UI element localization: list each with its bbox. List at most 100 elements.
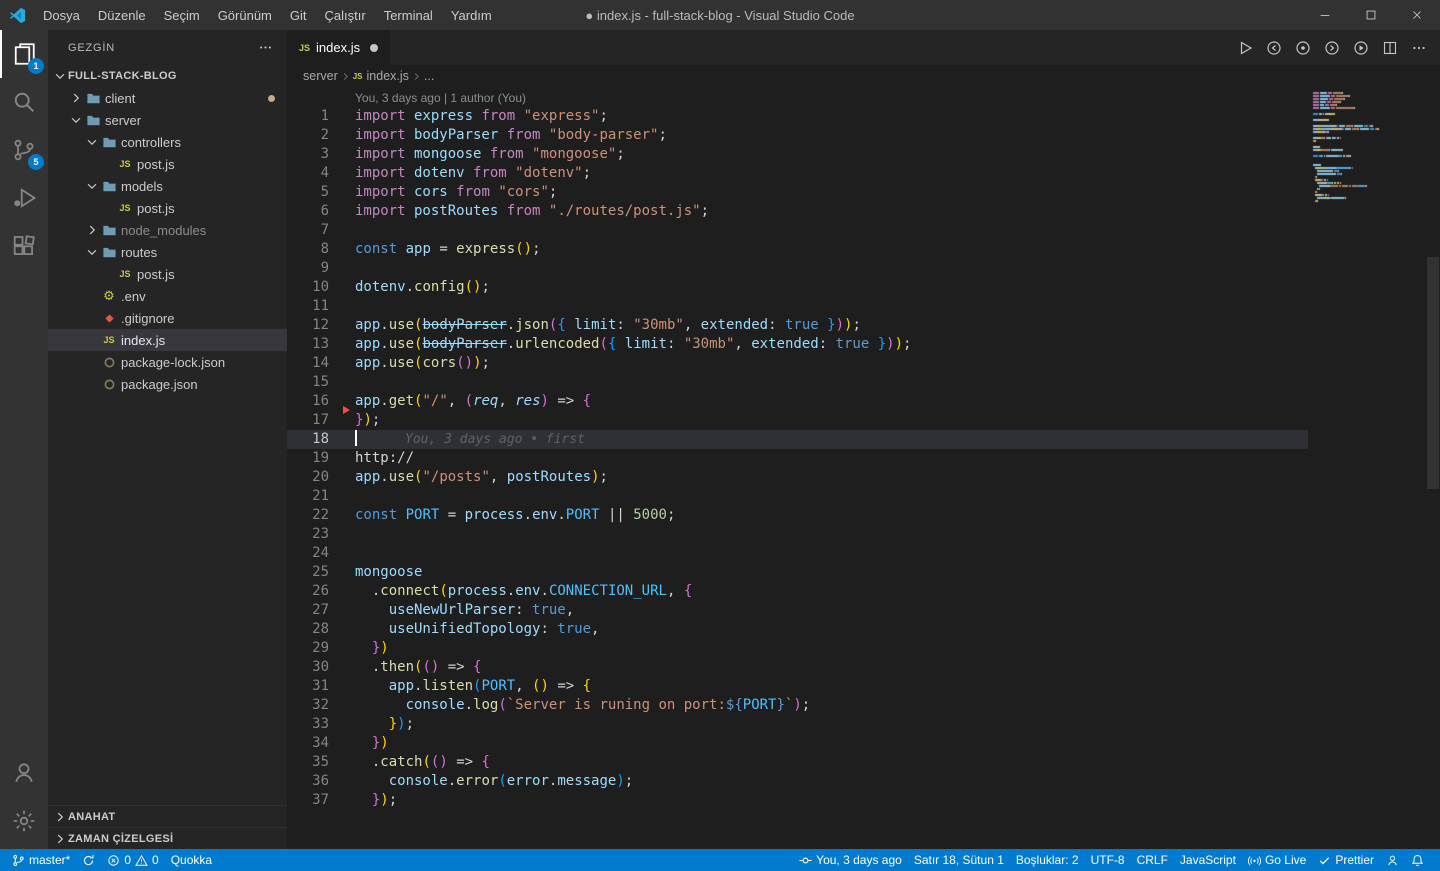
tab-index-js[interactable]: JS index.js	[287, 30, 391, 65]
more-actions-button[interactable]	[1406, 35, 1432, 61]
activitybar-extensions[interactable]	[0, 222, 48, 270]
code-line[interactable]: 34 })	[287, 734, 1308, 753]
code-text[interactable]	[355, 259, 1308, 278]
step-back-button[interactable]	[1261, 35, 1287, 61]
code-text[interactable]	[355, 297, 1308, 316]
code-text[interactable]: useUnifiedTopology: true,	[355, 620, 1308, 639]
line-number[interactable]: 18	[287, 430, 355, 449]
status-sync[interactable]	[76, 849, 101, 871]
code-text[interactable]: });	[355, 715, 1308, 734]
code-line[interactable]: 32 console.log(`Server is runing on port…	[287, 696, 1308, 715]
code-line[interactable]: 29 })	[287, 639, 1308, 658]
code-line[interactable]: 3 import mongoose from "mongoose";	[287, 145, 1308, 164]
code-line[interactable]: 31 app.listen(PORT, () => {	[287, 677, 1308, 696]
code-text[interactable]: import postRoutes from "./routes/post.js…	[355, 202, 1308, 221]
code-line[interactable]: 18 You, 3 days ago • first	[287, 430, 1308, 449]
code-text[interactable]: .catch(() => {	[355, 753, 1308, 772]
code-line[interactable]: 14 app.use(cors());	[287, 354, 1308, 373]
code-text[interactable]: http://	[355, 449, 1308, 468]
line-number[interactable]: 27	[287, 601, 355, 620]
code-text[interactable]: import express from "express";	[355, 107, 1308, 126]
line-number[interactable]: 26	[287, 582, 355, 601]
code-line[interactable]: 5 import cors from "cors";	[287, 183, 1308, 202]
code-text[interactable]	[355, 525, 1308, 544]
code-line[interactable]: 8 const app = express();	[287, 240, 1308, 259]
activitybar-search[interactable]	[0, 78, 48, 126]
menu-yard-m[interactable]: Yardım	[442, 0, 501, 30]
close-button[interactable]	[1394, 0, 1440, 30]
line-number[interactable]: 34	[287, 734, 355, 753]
code-line[interactable]: 37 });	[287, 791, 1308, 810]
code-text[interactable]: useNewUrlParser: true,	[355, 601, 1308, 620]
line-number[interactable]: 36	[287, 772, 355, 791]
code-line[interactable]: 26 .connect(process.env.CONNECTION_URL, …	[287, 582, 1308, 601]
tree-item-post-js[interactable]: JS post.js	[48, 153, 287, 175]
workspace-root[interactable]: FULL-STACK-BLOG	[48, 65, 287, 87]
line-number[interactable]: 1	[287, 107, 355, 126]
record-button[interactable]	[1290, 35, 1316, 61]
code-line[interactable]: 20 app.use("/posts", postRoutes);	[287, 468, 1308, 487]
tree-item-server[interactable]: server	[48, 109, 287, 131]
code-text[interactable]: mongoose	[355, 563, 1308, 582]
line-number[interactable]: 13	[287, 335, 355, 354]
code-line[interactable]: 35 .catch(() => {	[287, 753, 1308, 772]
code-line[interactable]: 23	[287, 525, 1308, 544]
tree-item-routes[interactable]: routes	[48, 241, 287, 263]
code-text[interactable]: })	[355, 734, 1308, 753]
tree-item-controllers[interactable]: controllers	[48, 131, 287, 153]
status-prettier[interactable]: Prettier	[1312, 849, 1380, 871]
line-number[interactable]: 5	[287, 183, 355, 202]
status-problems[interactable]: 00	[101, 849, 164, 871]
scrollbar[interactable]	[1426, 87, 1440, 849]
activitybar-run-and-debug[interactable]	[0, 174, 48, 222]
breadcrumb-item-server[interactable]: server	[303, 69, 338, 83]
maximize-button[interactable]	[1348, 0, 1394, 30]
tree-item-client[interactable]: client	[48, 87, 287, 109]
code-text[interactable]: const app = express();	[355, 240, 1308, 259]
code-line[interactable]: 21	[287, 487, 1308, 506]
line-number[interactable]: 2	[287, 126, 355, 145]
tree-item-package-json[interactable]: package.json	[48, 373, 287, 395]
status-quokka[interactable]: Quokka	[165, 849, 218, 871]
code-line[interactable]: 27 useNewUrlParser: true,	[287, 601, 1308, 620]
code-text[interactable]: import dotenv from "dotenv";	[355, 164, 1308, 183]
line-number[interactable]: 11	[287, 297, 355, 316]
code-line[interactable]: 25 mongoose	[287, 563, 1308, 582]
line-number[interactable]: 17	[287, 411, 355, 430]
code-line[interactable]: 10 dotenv.config();	[287, 278, 1308, 297]
code-line[interactable]: 33 });	[287, 715, 1308, 734]
code-line[interactable]: 11	[287, 297, 1308, 316]
line-number[interactable]: 6	[287, 202, 355, 221]
breadcrumb-item-[interactable]: ...	[424, 69, 434, 83]
code-text[interactable]: import mongoose from "mongoose";	[355, 145, 1308, 164]
code-text[interactable]	[355, 221, 1308, 240]
minimize-button[interactable]	[1302, 0, 1348, 30]
tree-item-gitignore[interactable]: .gitignore	[48, 307, 287, 329]
status-indentation[interactable]: Boşluklar: 2	[1010, 849, 1085, 871]
code-line[interactable]: 9	[287, 259, 1308, 278]
status-go-live[interactable]: Go Live	[1242, 849, 1312, 871]
tree-item-post-js[interactable]: JS post.js	[48, 197, 287, 219]
code-text[interactable]: })	[355, 639, 1308, 658]
code-editor[interactable]: You, 3 days ago | 1 author (You) 1 import…	[287, 87, 1308, 849]
code-text[interactable]: .then(() => {	[355, 658, 1308, 677]
status-gitlens-blame[interactable]: You, 3 days ago	[793, 849, 908, 871]
line-number[interactable]: 12	[287, 316, 355, 335]
code-line[interactable]: 1 import express from "express";	[287, 107, 1308, 126]
code-text[interactable]: import bodyParser from "body-parser";	[355, 126, 1308, 145]
code-line[interactable]: 16 app.get("/", (req, res) => {	[287, 392, 1308, 414]
status-language-mode[interactable]: JavaScript	[1174, 849, 1242, 871]
code-text[interactable]	[355, 487, 1308, 506]
status-feedback[interactable]	[1380, 849, 1405, 871]
line-number[interactable]: 20	[287, 468, 355, 487]
more-actions-icon[interactable]	[258, 40, 273, 55]
activitybar-explorer[interactable]: 1	[0, 30, 48, 78]
activitybar-source-control[interactable]: 5	[0, 126, 48, 174]
tree-item-index-js[interactable]: JS index.js	[48, 329, 287, 351]
status-encoding[interactable]: UTF-8	[1085, 849, 1131, 871]
code-line[interactable]: 17});	[287, 411, 1308, 430]
code-text[interactable]: });	[355, 791, 1308, 810]
line-number[interactable]: 30	[287, 658, 355, 677]
section-zaman-zelges[interactable]: ZAMAN ÇİZELGESİ	[48, 827, 287, 849]
code-text[interactable]: app.listen(PORT, () => {	[355, 677, 1308, 696]
